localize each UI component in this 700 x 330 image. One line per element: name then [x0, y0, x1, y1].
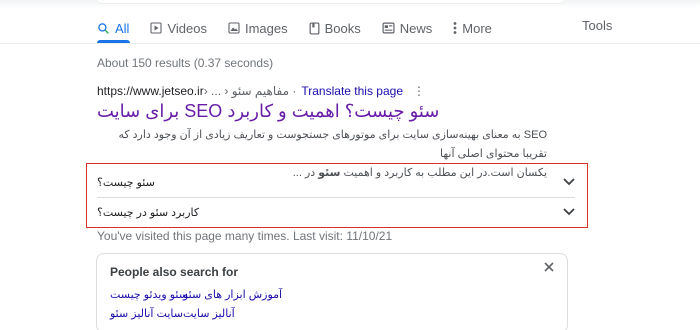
faq-item[interactable]: کاربرد سئو در چیست؟ — [97, 199, 575, 225]
book-icon — [309, 21, 320, 35]
tab-label: Images — [244, 20, 288, 36]
faq-highlight-box: سئو چیست؟ کاربرد سئو در چیست؟ — [86, 163, 588, 228]
tab-all[interactable]: All — [97, 21, 129, 36]
result-url[interactable]: https://www.jetseo.ir — [97, 84, 204, 98]
tabs-divider — [0, 43, 700, 44]
separator-dot: · — [289, 84, 297, 98]
tab-label: News — [399, 20, 433, 36]
tab-images[interactable]: Images — [228, 21, 288, 36]
translate-link[interactable]: Translate this page — [301, 84, 403, 98]
chevron-down-icon — [563, 208, 575, 216]
more-options-icon[interactable]: ⋮ — [413, 84, 425, 98]
tab-news[interactable]: News — [382, 20, 433, 36]
tab-label: Videos — [167, 20, 207, 36]
image-icon — [228, 22, 240, 34]
search-box-edge — [96, 0, 566, 4]
faq-question: سئو چیست؟ — [97, 176, 155, 189]
tab-label: All — [115, 20, 130, 36]
result-stats: About 150 results (0.37 seconds) — [97, 56, 274, 70]
search-icon — [98, 22, 109, 34]
faq-item[interactable]: سئو چیست؟ — [97, 169, 575, 195]
news-icon — [382, 22, 395, 34]
card-title: People also search for — [110, 265, 239, 279]
close-icon[interactable] — [544, 262, 554, 272]
faq-question: کاربرد سئو در چیست؟ — [97, 206, 200, 219]
related-search-link[interactable]: آنالیز سایت — [183, 307, 235, 320]
snippet-line: SEO به معنای بهینه‌سازی سایت برای موتوره… — [118, 129, 547, 160]
tools-button[interactable]: Tools — [582, 18, 612, 33]
chevron-down-icon — [563, 178, 575, 186]
result-breadcrumb: › ... › مفاهیم سئو — [203, 84, 290, 98]
people-also-search-card: People also search for آموزش ابزار های س… — [96, 253, 568, 330]
result-title-link[interactable]: سئو چیست؟ اهمیت و کاربرد SEO برای سایت — [97, 101, 467, 122]
video-icon — [150, 22, 163, 34]
faq-divider — [97, 197, 575, 198]
visited-note: You've visited this page many times. Las… — [97, 229, 393, 243]
tab-more[interactable]: More — [453, 21, 492, 36]
related-search-link[interactable]: سئو ویدئو چیست — [110, 288, 188, 301]
tab-label: Books — [324, 20, 361, 36]
search-tabs: All Videos Images Books News More — [97, 18, 513, 38]
related-search-link[interactable]: سایت آنالیز سئو — [110, 307, 183, 320]
tab-videos[interactable]: Videos — [150, 21, 207, 36]
tab-books[interactable]: Books — [309, 21, 361, 36]
result-citation: https://www.jetseo.ir › ... › مفاهیم سئو… — [97, 84, 425, 98]
tab-label: More — [462, 20, 492, 36]
more-vertical-icon — [453, 22, 457, 34]
related-search-link[interactable]: آموزش ابزار های سئو — [183, 288, 282, 301]
